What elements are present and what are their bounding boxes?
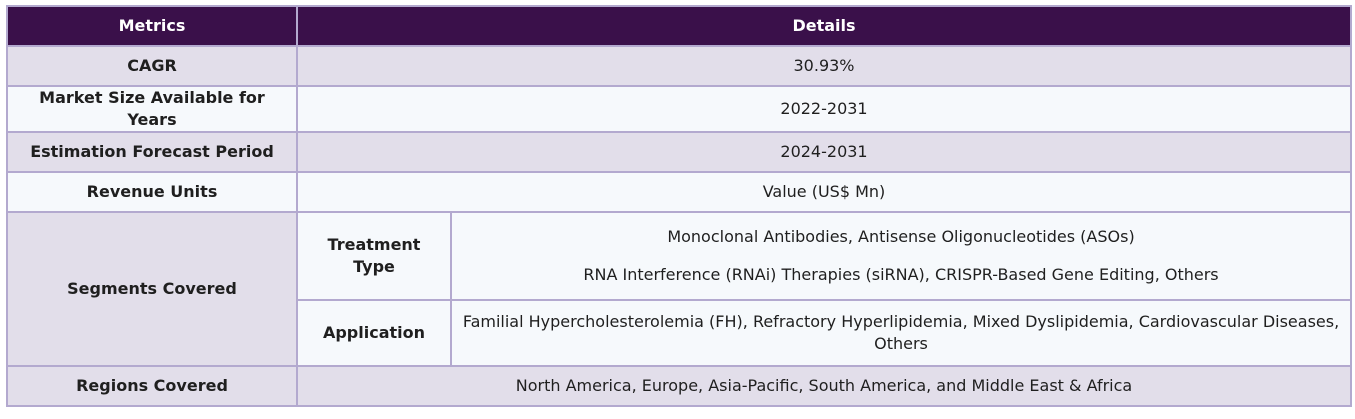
row-value-regions: North America, Europe, Asia-Pacific, Sou…: [295, 365, 1353, 407]
row-value-cagr: 30.93%: [295, 45, 1353, 87]
treatment-type-line1: Monoclonal Antibodies, Antisense Oligonu…: [667, 227, 1135, 246]
row-value-market-size: 2022-2031: [295, 85, 1353, 133]
application-values: Familial Hypercholesterolemia (FH), Refr…: [449, 299, 1353, 367]
treatment-type-values: Monoclonal Antibodies, Antisense Oligonu…: [449, 211, 1353, 301]
sub-label-treatment-type: Treatment Type: [296, 211, 452, 301]
sub-label-treatment-line1: Treatment: [327, 235, 421, 254]
row-label-cagr: CAGR: [6, 45, 298, 87]
details-column-header: Details: [295, 5, 1353, 47]
row-value-revenue-units: Value (US$ Mn): [295, 171, 1353, 213]
row-label-market-size: Market Size Available for Years: [6, 85, 298, 133]
table-row-market-size: Market Size Available for Years 2022-203…: [6, 85, 1353, 133]
sub-label-treatment-line2: Type: [353, 257, 395, 276]
row-value-forecast: 2024-2031: [295, 131, 1353, 173]
table-row-segments-treatment: Segments Covered Treatment Type Monoclon…: [6, 211, 1353, 367]
table-row-regions: Regions Covered North America, Europe, A…: [6, 365, 1353, 407]
row-label-regions: Regions Covered: [6, 365, 298, 407]
sub-label-application: Application: [296, 299, 452, 367]
table-row-revenue-units: Revenue Units Value (US$ Mn): [6, 171, 1353, 213]
metrics-column-header: Metrics: [6, 5, 298, 47]
metrics-table: Metrics Details CAGR 30.93% Market Size …: [6, 5, 1353, 407]
row-label-revenue-units: Revenue Units: [6, 171, 298, 213]
treatment-type-line2: RNA Interference (RNAi) Therapies (siRNA…: [583, 265, 1219, 284]
table-row-cagr: CAGR 30.93%: [6, 45, 1353, 87]
row-label-forecast: Estimation Forecast Period: [6, 131, 298, 173]
table-header-row: Metrics Details: [6, 5, 1353, 47]
table-row-forecast: Estimation Forecast Period 2024-2031: [6, 131, 1353, 173]
row-label-segments: Segments Covered: [6, 211, 298, 367]
